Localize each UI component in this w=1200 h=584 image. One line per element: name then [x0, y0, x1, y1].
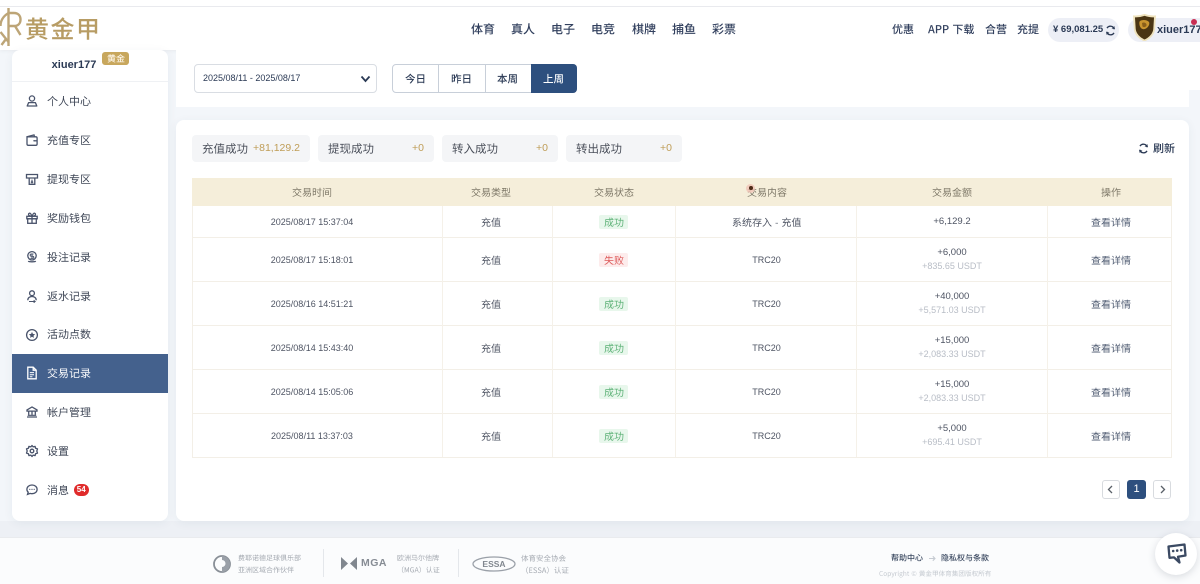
svg-text:ESSA: ESSA — [482, 559, 505, 569]
